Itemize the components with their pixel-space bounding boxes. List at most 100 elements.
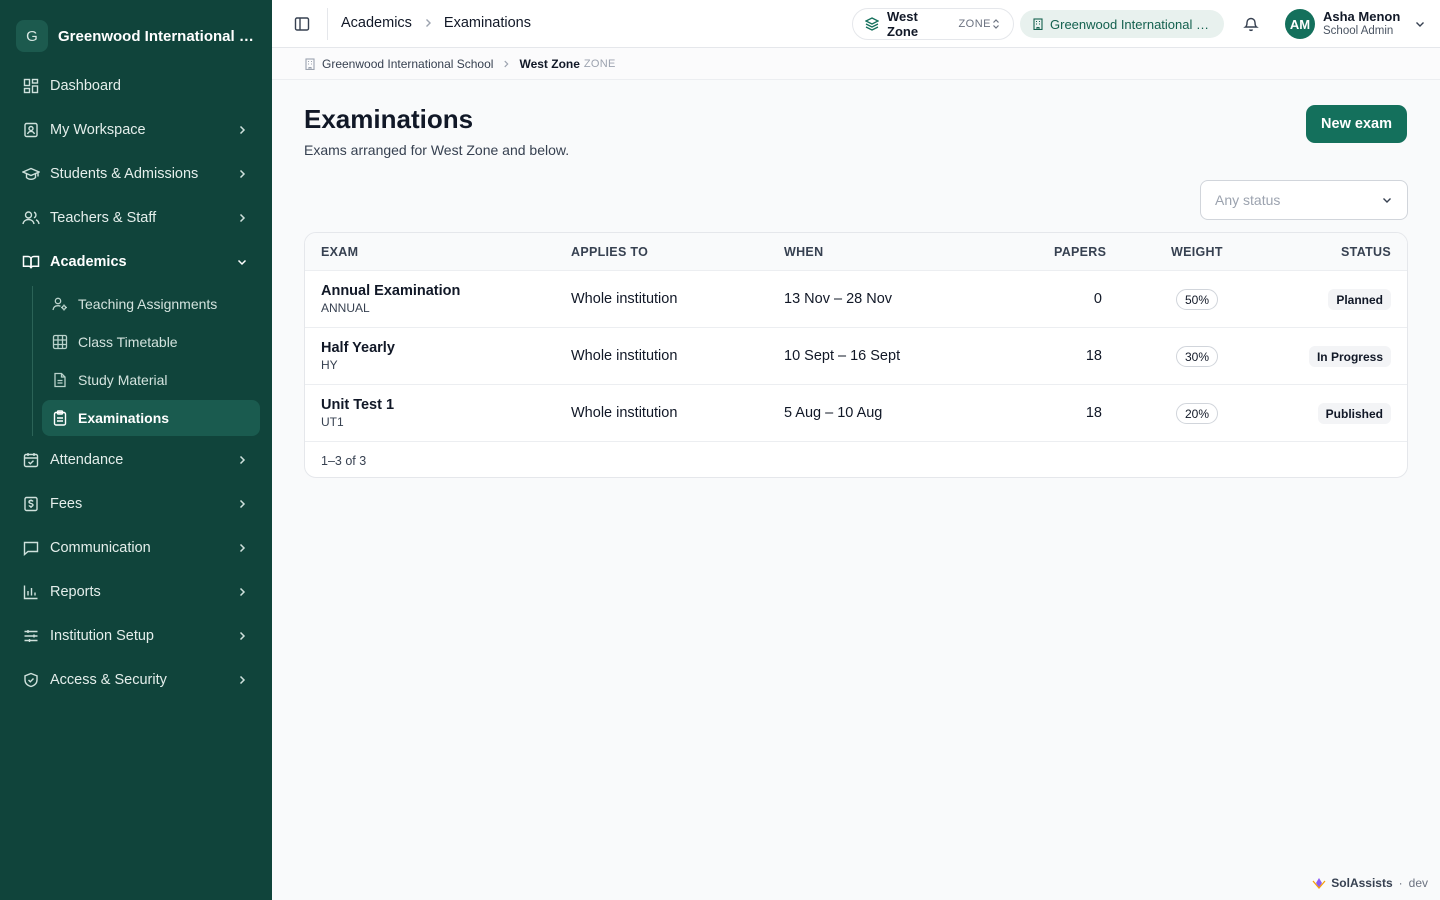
brand-name: SolAssists <box>1331 876 1393 890</box>
table-row[interactable]: Annual Examination ANNUAL Whole institut… <box>305 271 1407 328</box>
app-footer: SolAssists · dev <box>1312 876 1428 890</box>
chevron-right-icon <box>234 210 250 226</box>
sidebar-item-teachers-staff[interactable]: Teachers & Staff <box>12 196 260 240</box>
sidebar-item-attendance[interactable]: Attendance <box>12 438 260 482</box>
sidebar-item-class-timetable[interactable]: Class Timetable <box>42 324 260 360</box>
status-badge: Planned <box>1328 289 1391 310</box>
sidebar-item-fees[interactable]: Fees <box>12 482 260 526</box>
table-row[interactable]: Unit Test 1 UT1 Whole institution 5 Aug … <box>305 385 1407 442</box>
sidebar-item-academics[interactable]: Academics <box>12 240 260 284</box>
exam-cell: Annual Examination ANNUAL <box>321 283 460 315</box>
exam-name: Half Yearly <box>321 340 395 356</box>
chevron-right-icon <box>234 166 250 182</box>
sidebar-item-label: Access & Security <box>50 672 167 688</box>
weight-badge: 50% <box>1176 289 1219 310</box>
school-name: Greenwood International School <box>1050 16 1212 32</box>
sidebar-item-teaching-assignments[interactable]: Teaching Assignments <box>42 286 260 322</box>
papers-cell: 0 <box>1093 291 1102 307</box>
chevron-right-icon <box>234 540 250 556</box>
sidebar-item-label: Dashboard <box>50 78 121 94</box>
zone-switcher[interactable]: West Zone ZONE <box>852 8 1014 40</box>
scope-school[interactable]: Greenwood International School <box>322 57 493 71</box>
exam-cell: Half Yearly HY <box>321 340 395 372</box>
status-filter-select[interactable]: Any status <box>1200 180 1408 220</box>
breadcrumb: Academics Examinations <box>341 15 531 31</box>
sidebar-item-institution-setup[interactable]: Institution Setup <box>12 614 260 658</box>
org-switcher[interactable]: G Greenwood International School <box>16 20 260 52</box>
calendar-check-icon <box>22 451 40 469</box>
sidebar-toggle-icon[interactable] <box>292 14 312 34</box>
sidebar-item-dashboard[interactable]: Dashboard <box>12 64 260 108</box>
book-open-icon <box>22 253 40 271</box>
page-subtitle: Exams arranged for West Zone and below. <box>304 142 570 158</box>
avatar: AM <box>1285 9 1315 39</box>
weight-badge: 30% <box>1176 346 1219 367</box>
layers-icon <box>865 17 879 31</box>
exams-table: EXAM APPLIES TO WHEN PAPERS WEIGHT STATU… <box>304 232 1408 478</box>
exam-code: HY <box>321 358 338 372</box>
sidebar-item-examinations[interactable]: Examinations <box>42 400 260 436</box>
chevron-right-icon <box>234 584 250 600</box>
status-badge: In Progress <box>1308 346 1391 367</box>
file-text-icon <box>52 372 68 388</box>
graduation-cap-icon <box>22 165 40 183</box>
pagination-summary: 1–3 of 3 <box>321 454 367 468</box>
sidebar-item-my-workspace[interactable]: My Workspace <box>12 108 260 152</box>
applies-to-cell: Whole institution <box>571 291 678 307</box>
chevrons-up-down-icon <box>991 18 1001 30</box>
sidebar-item-access-security[interactable]: Access & Security <box>12 658 260 702</box>
table-footer: 1–3 of 3 <box>305 442 1407 477</box>
papers-cell: 18 <box>1085 348 1102 364</box>
submenu-label: Study Material <box>78 372 168 388</box>
chevron-right-icon <box>234 496 250 512</box>
sidebar-nav: Dashboard My Workspace Students & Admiss… <box>12 64 260 702</box>
scope-zone-tag: ZONE <box>583 57 616 70</box>
workspace-icon <box>22 121 40 139</box>
school-switcher[interactable]: Greenwood International School <box>1020 10 1224 38</box>
zone-name: West Zone <box>887 9 919 39</box>
exam-cell: Unit Test 1 UT1 <box>321 397 394 429</box>
academics-submenu: Teaching Assignments Class Timetable Stu… <box>32 286 260 436</box>
topbar: Academics Examinations West Zone ZONE Gr… <box>272 0 1440 48</box>
breadcrumb-academics[interactable]: Academics <box>341 15 412 31</box>
chevron-right-icon <box>234 628 250 644</box>
scope-zone: West Zone <box>519 56 580 71</box>
user-info: Asha Menon School Admin <box>1323 9 1400 39</box>
user-role: School Admin <box>1323 25 1394 37</box>
sidebar-item-label: Reports <box>50 584 101 600</box>
column-header-status: STATUS <box>1341 245 1391 259</box>
when-cell: 10 Sept – 16 Sept <box>784 348 901 364</box>
applies-to-cell: Whole institution <box>571 405 678 421</box>
scope-breadcrumb: Greenwood International School West Zone… <box>272 48 1440 80</box>
exam-name: Annual Examination <box>321 283 461 299</box>
new-exam-button[interactable]: New exam <box>1306 105 1407 143</box>
chevron-right-icon <box>234 452 250 468</box>
breadcrumb-examinations: Examinations <box>443 15 531 31</box>
footer-separator: · <box>1398 876 1403 890</box>
user-cog-icon <box>52 296 68 312</box>
building-icon <box>304 57 316 70</box>
papers-cell: 18 <box>1085 405 1102 421</box>
table-row[interactable]: Half Yearly HY Whole institution 10 Sept… <box>305 328 1407 385</box>
chevron-right-icon <box>501 59 511 69</box>
bell-icon[interactable] <box>1241 14 1261 34</box>
chevron-down-icon <box>1414 18 1426 30</box>
sidebar-item-communication[interactable]: Communication <box>12 526 260 570</box>
org-name: Greenwood International School <box>58 27 260 45</box>
exam-name: Unit Test 1 <box>321 397 395 413</box>
column-header-papers: PAPERS <box>1054 245 1107 259</box>
submenu-label: Examinations <box>78 410 170 426</box>
clipboard-icon <box>52 410 68 426</box>
when-cell: 5 Aug – 10 Aug <box>784 405 883 421</box>
chevron-down-icon <box>1381 194 1393 206</box>
sidebar-item-study-material[interactable]: Study Material <box>42 362 260 398</box>
exam-code: ANNUAL <box>321 301 370 315</box>
user-menu[interactable]: AM Asha Menon School Admin <box>1285 9 1426 39</box>
sidebar-item-reports[interactable]: Reports <box>12 570 260 614</box>
column-header-exam: EXAM <box>321 245 359 259</box>
environment-label: dev <box>1408 876 1428 890</box>
chevron-right-icon <box>234 672 250 688</box>
zone-tag: ZONE <box>958 18 991 30</box>
sidebar-item-students-admissions[interactable]: Students & Admissions <box>12 152 260 196</box>
message-icon <box>22 539 40 557</box>
